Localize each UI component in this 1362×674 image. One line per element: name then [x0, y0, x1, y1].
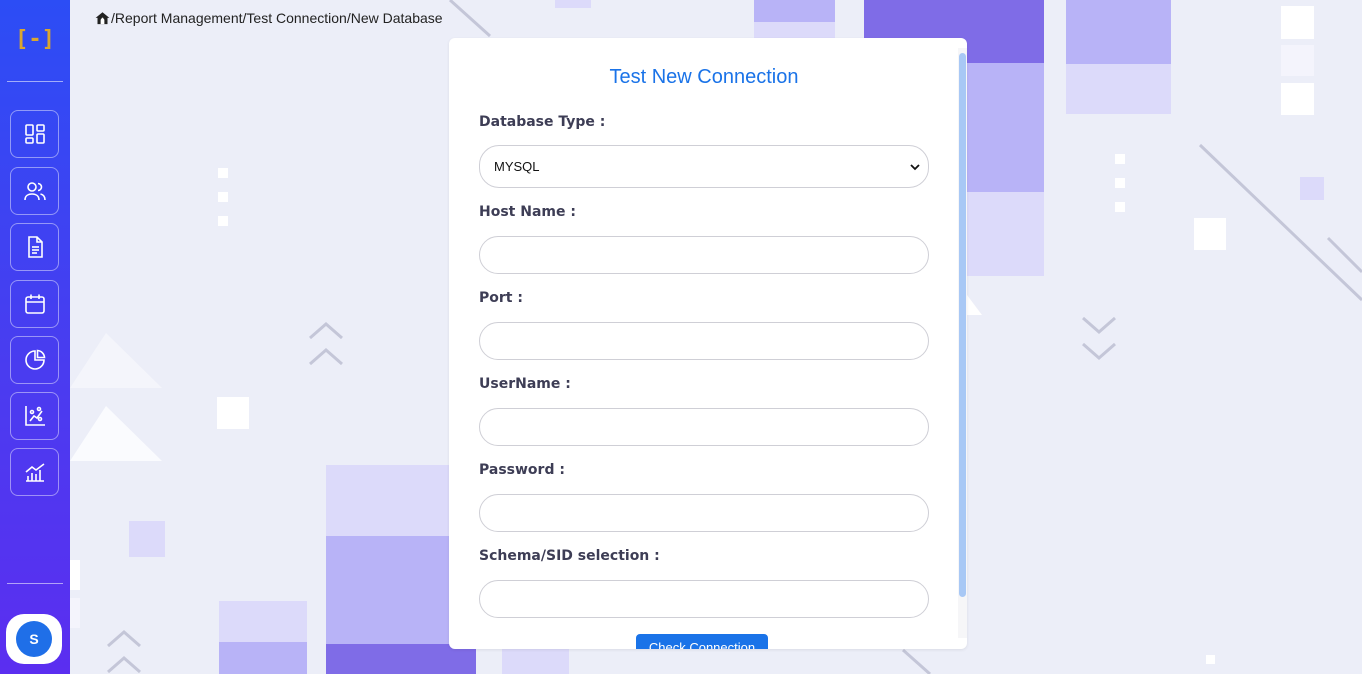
sidebar-item-calendar[interactable]	[10, 280, 59, 328]
bg-square	[1194, 218, 1226, 250]
bg-square	[129, 521, 165, 557]
bg-dot	[1115, 202, 1125, 212]
host-name-label: Host Name :	[479, 204, 576, 220]
bg-square	[219, 601, 307, 642]
sidebar-divider	[7, 583, 63, 584]
check-connection-button[interactable]: Check Connection	[636, 634, 768, 649]
port-label: Port :	[479, 290, 523, 306]
database-type-value: MYSQL	[494, 159, 540, 174]
user-avatar-button[interactable]: S	[6, 614, 62, 664]
scatter-chart-icon	[24, 406, 45, 426]
sidebar-item-users[interactable]	[10, 167, 59, 215]
bg-dot	[218, 168, 228, 178]
host-name-input[interactable]	[479, 236, 929, 274]
scrollbar-thumb[interactable]	[959, 53, 966, 597]
page-title: Test New Connection	[609, 66, 799, 88]
bg-square	[555, 0, 591, 8]
breadcrumb-test-connection[interactable]: Test Connection	[246, 10, 346, 26]
bg-square	[1066, 64, 1171, 114]
username-input[interactable]	[479, 408, 929, 446]
sidebar: [-] S	[0, 0, 70, 674]
bg-square	[1281, 45, 1314, 76]
database-type-label: Database Type :	[479, 114, 606, 130]
users-icon	[23, 182, 46, 201]
schema-input[interactable]	[479, 580, 929, 618]
bg-square	[1066, 0, 1171, 64]
connection-form-card: Test New Connection Database Type : MYSQ…	[449, 38, 967, 649]
sidebar-item-scatter[interactable]	[10, 392, 59, 440]
calendar-icon	[24, 294, 45, 314]
bg-square	[967, 63, 1044, 192]
schema-label: Schema/SID selection :	[479, 548, 660, 564]
bg-square	[502, 649, 569, 674]
sidebar-item-reports[interactable]	[10, 223, 59, 271]
bar-line-chart-icon	[24, 463, 44, 482]
app-logo[interactable]: [-]	[0, 24, 70, 56]
password-input[interactable]	[479, 494, 929, 532]
bg-dot	[1115, 154, 1125, 164]
bg-square	[1281, 83, 1314, 115]
port-input[interactable]	[479, 322, 929, 360]
sidebar-item-dashboard[interactable]	[10, 110, 59, 158]
bg-square	[1300, 177, 1324, 200]
sidebar-divider	[7, 81, 63, 82]
bg-square	[70, 560, 80, 590]
sidebar-item-analytics[interactable]	[10, 336, 59, 384]
avatar: S	[16, 621, 52, 657]
bg-dot	[1115, 178, 1125, 188]
breadcrumb-new-database: New Database	[350, 10, 443, 26]
bg-square	[219, 642, 307, 674]
bg-dot	[218, 216, 228, 226]
bg-dot	[218, 192, 228, 202]
sidebar-item-trends[interactable]	[10, 448, 59, 496]
chevron-down-icon	[910, 163, 920, 170]
database-type-select[interactable]: MYSQL	[479, 145, 929, 188]
dashboard-grid-icon	[24, 124, 45, 144]
home-icon[interactable]	[95, 11, 110, 26]
bg-square	[217, 397, 249, 429]
bg-square	[754, 0, 835, 22]
bg-square	[70, 598, 80, 628]
breadcrumb: / Report Management / Test Connection / …	[95, 10, 443, 26]
bg-dot	[1206, 655, 1215, 664]
pie-chart-icon	[24, 349, 45, 370]
document-icon	[27, 236, 43, 258]
password-label: Password :	[479, 462, 565, 478]
bg-square	[754, 22, 835, 38]
username-label: UserName :	[479, 376, 571, 392]
bg-square	[1281, 6, 1314, 39]
breadcrumb-report-management[interactable]: Report Management	[115, 10, 243, 26]
bg-square	[967, 192, 1044, 276]
